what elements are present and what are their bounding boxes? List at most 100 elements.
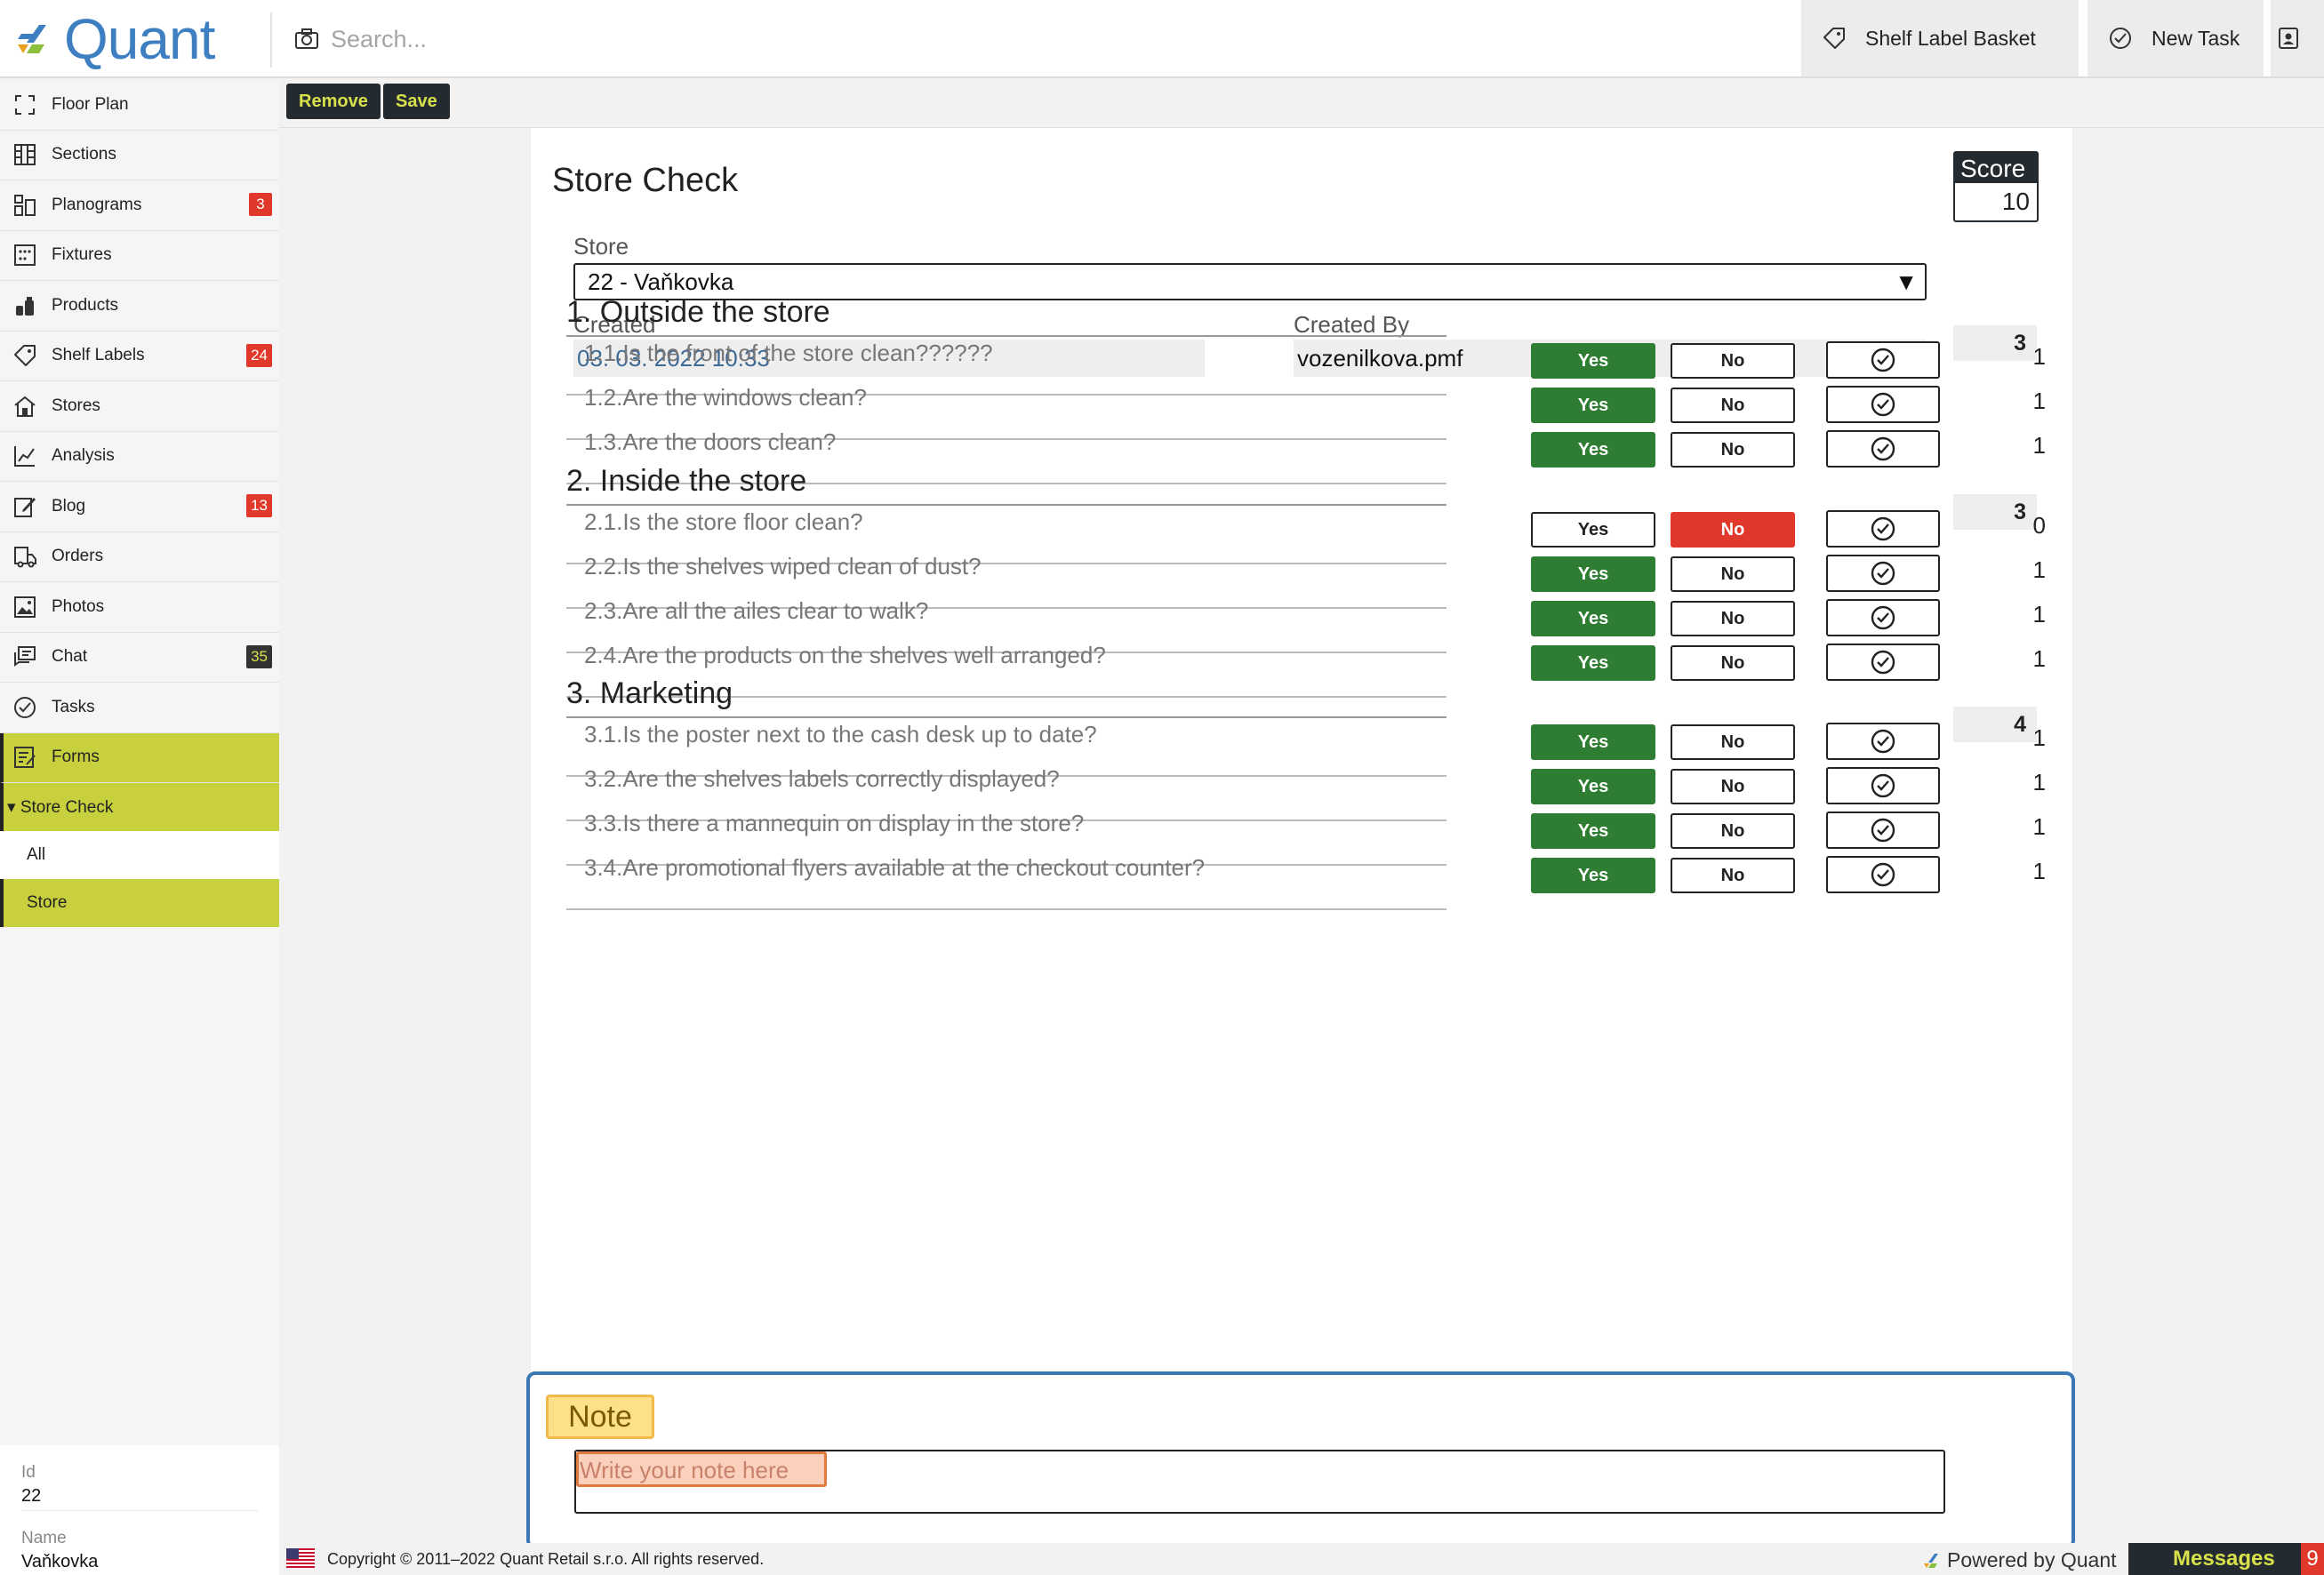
sidebar-item-blog[interactable]: Blog 13 — [0, 482, 279, 532]
yes-button[interactable]: Yes — [1531, 645, 1655, 681]
question-text: 2.1.Is the store floor clean? — [584, 508, 863, 535]
record-info-panel: Id 22 Name Vaňkovka — [0, 1445, 279, 1575]
sidebar-item-sections[interactable]: Sections — [0, 131, 279, 180]
search-input[interactable] — [331, 25, 1131, 53]
sidebar-item-floor-plan[interactable]: Floor Plan — [0, 80, 279, 131]
yes-button[interactable]: Yes — [1531, 858, 1655, 893]
sidebar-item-planograms[interactable]: Planograms 3 — [0, 180, 279, 231]
shelf-labels-badge: 24 — [246, 343, 272, 367]
sidebar-item-orders[interactable]: Orders — [0, 532, 279, 582]
divider — [270, 12, 272, 68]
no-button[interactable]: No — [1671, 858, 1795, 893]
question-score: 1 — [2032, 432, 2046, 459]
question-text: 2.4.Are the products on the shelves well… — [584, 642, 1106, 668]
question-text: 2.3.Are all the ailes clear to walk? — [584, 597, 929, 624]
store-check-submenu-toggle[interactable]: ▾ Store Check — [0, 783, 279, 831]
store-select-value: 22 - Vaňkovka — [588, 268, 734, 295]
submenu-item-all[interactable]: All — [0, 831, 279, 879]
sidebar-item-shelf-labels[interactable]: Shelf Labels 24 — [0, 332, 279, 381]
question-text: 1.2.Are the windows clean? — [584, 384, 867, 411]
sidebar-item-chat[interactable]: Chat 35 — [0, 633, 279, 683]
remove-button[interactable]: Remove — [286, 84, 381, 119]
note-panel: Note — [526, 1371, 2075, 1549]
sidebar-item-label: Shelf Labels — [52, 346, 145, 365]
products-icon — [16, 296, 34, 316]
sidebar-item-stores[interactable]: Stores — [0, 381, 279, 432]
confirm-button[interactable] — [1826, 430, 1940, 468]
messages-label: Messages — [2173, 1547, 2275, 1571]
id-value: 22 — [21, 1486, 258, 1511]
quant-logo[interactable]: Quant — [12, 11, 215, 68]
planograms-badge: 3 — [249, 193, 272, 216]
store-icon — [14, 396, 36, 417]
floor-plan-icon — [15, 94, 35, 115]
messages-count-badge: 9 — [2301, 1543, 2324, 1575]
us-flag-icon[interactable] — [286, 1548, 315, 1568]
name-label: Name — [21, 1529, 67, 1547]
chat-icon — [14, 646, 36, 668]
yes-button[interactable]: Yes — [1531, 432, 1655, 468]
sidebar-item-label: Chat — [52, 647, 88, 667]
check-circle-icon — [2110, 28, 2131, 49]
new-task-label: New Task — [2152, 26, 2240, 50]
question-text: 1.3.Are the doors clean? — [584, 428, 837, 455]
sidebar-item-label: Stores — [52, 396, 100, 415]
sidebar-item-tasks[interactable]: Tasks — [0, 683, 279, 733]
sidebar-item-products[interactable]: Products — [0, 281, 279, 332]
sidebar-item-label: Floor Plan — [52, 94, 129, 114]
shelf-label-basket-button[interactable]: Shelf Label Basket — [1801, 0, 2079, 76]
camera-icon[interactable] — [293, 26, 320, 52]
orders-icon — [14, 547, 36, 568]
note-input-wrapper — [574, 1450, 1945, 1514]
quant-mini-logo-icon — [1924, 1553, 1938, 1568]
sidebar-item-photos[interactable]: Photos — [0, 582, 279, 633]
check-circle-icon — [1871, 436, 1895, 461]
sidebar-item-label: Fixtures — [52, 245, 112, 265]
note-input[interactable] — [576, 1451, 1943, 1512]
question-text: 2.2.Is the shelves wiped clean of dust? — [584, 553, 982, 580]
total-score-box: Score 10 — [1953, 151, 2039, 222]
sidebar-item-fixtures[interactable]: Fixtures — [0, 231, 279, 281]
store-check-form: Store Check Score 10 Store 22 - Vaňkovka… — [531, 128, 2072, 1550]
store-label: Store — [573, 233, 629, 260]
sidebar-item-label: Photos — [52, 596, 105, 616]
footer: Copyright © 2011–2022 Quant Retail s.r.o… — [279, 1543, 2324, 1575]
submenu-item-store[interactable]: Store — [0, 879, 279, 927]
blog-icon — [14, 497, 36, 517]
sidebar-item-forms[interactable]: Forms — [0, 732, 279, 783]
planograms-icon — [14, 194, 36, 216]
question-score: 1 — [2032, 858, 2046, 884]
confirm-button[interactable] — [1826, 644, 1940, 681]
question-text: 3.2.Are the shelves labels correctly dis… — [584, 765, 1060, 792]
divider — [566, 908, 1446, 910]
messages-button[interactable]: Messages 9 — [2128, 1543, 2324, 1575]
question-score: 1 — [2032, 645, 2046, 672]
sidebar-item-analysis[interactable]: Analysis — [0, 432, 279, 482]
no-button[interactable]: No — [1671, 645, 1795, 681]
sidebar-item-label: Orders — [52, 547, 104, 566]
name-value: Vaňkovka — [21, 1552, 99, 1571]
id-label: Id — [21, 1463, 36, 1482]
user-profile-button[interactable] — [2271, 0, 2324, 76]
new-task-button[interactable]: New Task — [2088, 0, 2264, 76]
action-bar: Remove Save — [279, 80, 2324, 128]
no-button[interactable]: No — [1671, 432, 1795, 468]
sidebar-item-label: Planograms — [52, 195, 142, 214]
user-card-icon — [2279, 28, 2298, 49]
confirm-button[interactable] — [1826, 856, 1940, 893]
powered-by-label: Powered by Quant — [1947, 1548, 2117, 1571]
powered-by[interactable]: Powered by Quant — [1922, 1548, 2117, 1572]
sidebar-item-label: Blog — [52, 496, 86, 516]
save-button[interactable]: Save — [383, 84, 450, 119]
sidebar-item-label: Analysis — [52, 446, 115, 466]
sidebar: Floor Plan Sections Planograms 3 Fixture… — [0, 80, 279, 1575]
forms-icon — [14, 747, 36, 769]
shelf-label-basket-label: Shelf Label Basket — [1865, 26, 2036, 50]
blog-badge: 13 — [246, 494, 272, 517]
sidebar-item-label: Tasks — [52, 697, 95, 716]
tag-icon — [14, 345, 36, 367]
tag-icon — [1823, 28, 1845, 49]
check-circle-icon — [1871, 650, 1895, 675]
photos-icon — [14, 596, 36, 618]
note-label: Note — [546, 1395, 654, 1439]
